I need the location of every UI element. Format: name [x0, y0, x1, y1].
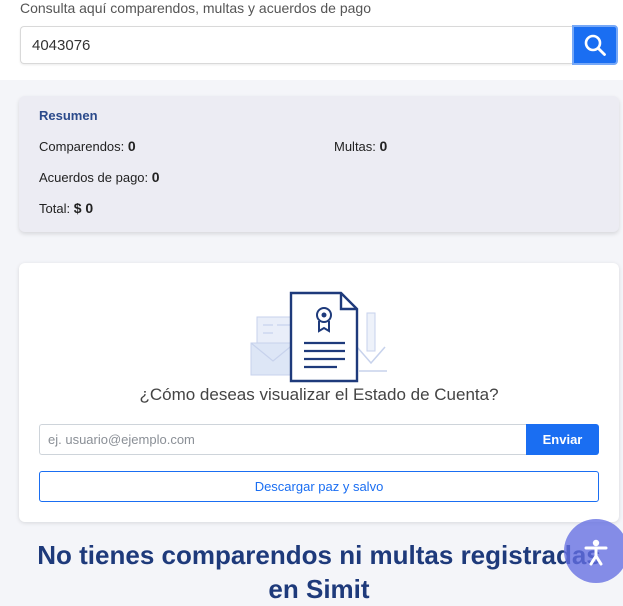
statement-card: ¿Cómo deseas visualizar el Estado de Cue…	[19, 263, 619, 522]
comparendos-value: 0	[127, 138, 136, 154]
total-row: Total: $ 0	[39, 200, 93, 216]
search-caption: Consulta aquí comparendos, multas y acue…	[20, 0, 371, 16]
statement-question: ¿Cómo deseas visualizar el Estado de Cue…	[139, 385, 499, 404]
download-paz-y-salvo-button[interactable]: Descargar paz y salvo	[39, 471, 599, 502]
search-icon	[584, 34, 606, 56]
no-records-message: No tienes comparendos ni multas registra…	[0, 538, 623, 606]
acuerdos-label: Acuerdos de pago:	[39, 170, 149, 185]
acuerdos-row: Acuerdos de pago: 0	[39, 169, 160, 185]
summary-card: Resumen Comparendos: 0 Multas: 0 Acuerdo…	[19, 96, 619, 232]
search-input[interactable]	[20, 26, 572, 64]
multas-row: Multas: 0	[334, 138, 387, 154]
search-section: Consulta aquí comparendos, multas y acue…	[0, 0, 623, 80]
comparendos-label: Comparendos:	[39, 139, 125, 154]
comparendos-row: Comparendos: 0	[39, 138, 136, 154]
multas-label: Multas:	[334, 139, 376, 154]
no-records-line2: en Simit	[268, 574, 370, 604]
certificate-document-icon	[250, 291, 387, 383]
email-input[interactable]	[39, 424, 527, 455]
total-value: $ 0	[73, 200, 94, 216]
no-records-line1: No tienes comparendos ni multas registra…	[37, 540, 601, 570]
total-label: Total:	[39, 201, 71, 216]
search-button[interactable]	[572, 25, 618, 65]
summary-title: Resumen	[39, 108, 98, 123]
acuerdos-value: 0	[151, 169, 160, 185]
accessibility-button[interactable]	[564, 519, 623, 583]
accessibility-icon	[584, 539, 608, 566]
send-button[interactable]: Enviar	[526, 424, 599, 455]
multas-value: 0	[379, 138, 388, 154]
